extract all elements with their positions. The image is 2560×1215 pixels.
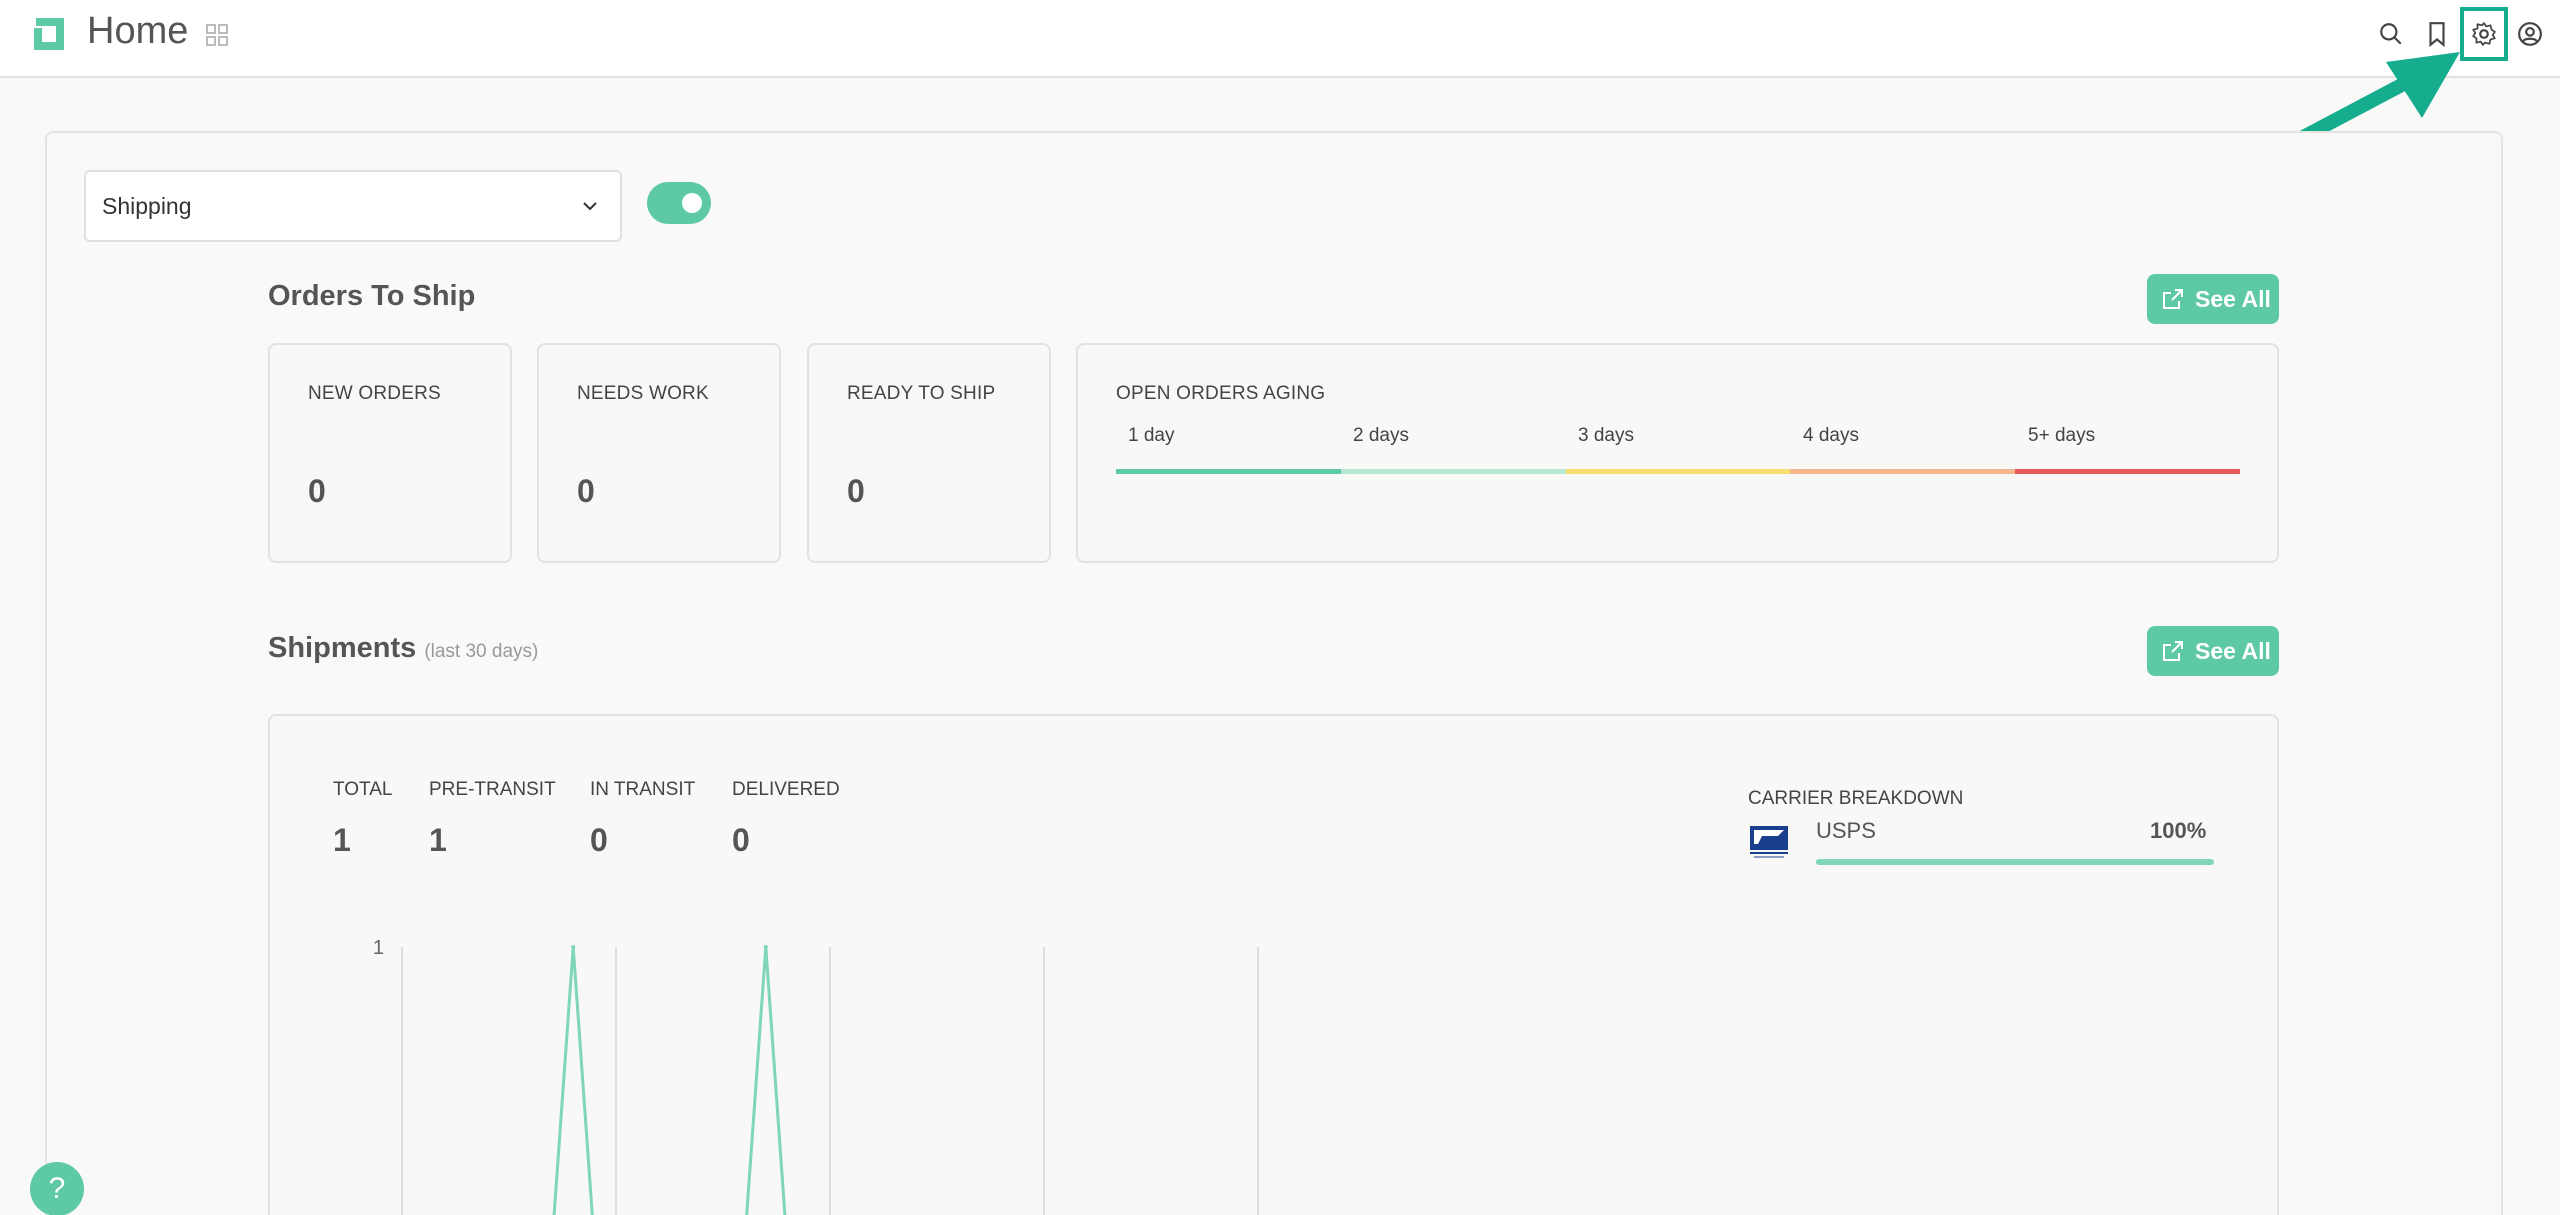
aging-bucket-label: 4 days [1803, 425, 1859, 446]
orders-see-all-button[interactable]: See All [2147, 274, 2279, 324]
aging-segment-3 [1565, 469, 1791, 474]
user-circle-icon [2518, 22, 2542, 46]
stat-label-in-transit: IN TRANSIT [590, 779, 696, 800]
carrier-name: USPS [1816, 818, 1876, 843]
stat-value-delivered: 0 [732, 822, 750, 858]
stat-label-pre-transit: PRE-TRANSIT [429, 779, 556, 800]
shipments-title-text: Shipments [268, 632, 417, 664]
y-tick-label: 1 [373, 937, 384, 959]
aging-segment-1 [1116, 469, 1341, 474]
aging-bucket-labels: 1 day 2 days 3 days 4 days 5+ days [1116, 425, 2240, 455]
carrier-breakdown-title: CARRIER BREAKDOWN [1748, 788, 1964, 809]
aging-segment-5 [2015, 469, 2240, 474]
open-orders-aging-card: OPEN ORDERS AGING 1 day 2 days 3 days 4 … [1076, 343, 2279, 563]
shipments-line-chart: 1 [373, 937, 1259, 1215]
user-menu-button[interactable] [2514, 18, 2546, 50]
stat-value-total: 1 [333, 822, 351, 858]
aging-bucket-label: 2 days [1353, 425, 1409, 446]
aging-segment-4 [1790, 469, 2016, 474]
chevron-down-icon [583, 202, 597, 211]
module-select-value: Shipping [102, 192, 192, 219]
data-point [763, 945, 768, 949]
aging-bucket-label: 3 days [1578, 425, 1634, 446]
series-line-1 [552, 945, 787, 1215]
shipments-see-all-button[interactable]: See All [2147, 626, 2279, 676]
toggle-knob [682, 193, 702, 213]
external-link-icon [2163, 289, 2183, 309]
aging-label: OPEN ORDERS AGING [1116, 383, 1326, 404]
orders-to-ship-title: Orders To Ship [268, 280, 476, 312]
orders-see-all-label: See All [2195, 285, 2271, 312]
card-value: 0 [577, 473, 595, 509]
carrier-progress-bar [1816, 859, 2214, 865]
aging-segment-2 [1340, 469, 1566, 474]
card-label: NEEDS WORK [577, 383, 709, 404]
external-link-icon [2163, 641, 2183, 661]
card-label: NEW ORDERS [308, 383, 441, 404]
stat-value-in-transit: 0 [590, 822, 608, 858]
needs-work-card[interactable]: NEEDS WORK 0 [537, 343, 781, 563]
shipments-see-all-label: See All [2195, 637, 2271, 664]
card-value: 0 [847, 473, 865, 509]
logo-icon[interactable] [30, 16, 68, 52]
aging-bucket-label: 1 day [1128, 425, 1175, 446]
usps-logo-icon [1750, 826, 1788, 858]
module-select[interactable]: Shipping [84, 170, 622, 242]
apps-grid-icon[interactable] [205, 23, 229, 47]
shipments-subtitle: (last 30 days) [424, 641, 539, 662]
page-title: Home [87, 10, 189, 52]
aging-bar [1116, 469, 2240, 474]
card-value: 0 [308, 473, 326, 509]
stat-label-delivered: DELIVERED [732, 779, 840, 800]
aging-bucket-label: 5+ days [2028, 425, 2096, 446]
carrier-progress-fill [1816, 859, 2214, 865]
toggle-switch[interactable] [647, 182, 711, 224]
help-button[interactable]: ? [30, 1162, 84, 1215]
data-point [571, 945, 576, 949]
stat-label-total: TOTAL [333, 779, 393, 800]
carrier-percent: 100% [2150, 818, 2207, 843]
card-label: READY TO SHIP [847, 383, 996, 404]
shipments-title: Shipments (last 30 days) [268, 632, 538, 665]
stat-value-pre-transit: 1 [429, 822, 447, 858]
new-orders-card[interactable]: NEW ORDERS 0 [268, 343, 512, 563]
ready-to-ship-card[interactable]: READY TO SHIP 0 [807, 343, 1051, 563]
